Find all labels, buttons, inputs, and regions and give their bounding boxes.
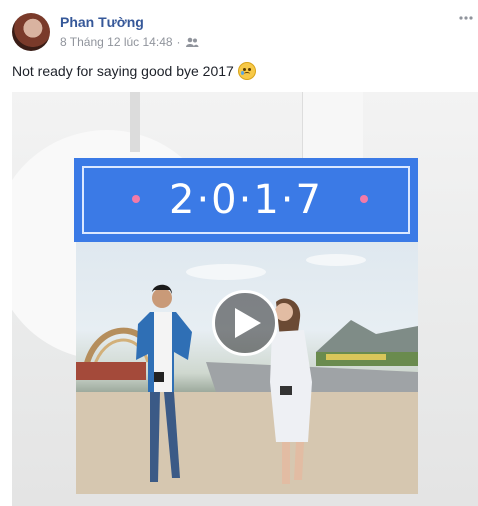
facebook-post: Phan Tường 8 Tháng 12 lúc 14:48 · Not re… (0, 0, 478, 506)
banner-dot-left (132, 195, 140, 203)
background-pillar (302, 92, 363, 162)
video-media[interactable]: 2·0·1·7 (12, 92, 478, 506)
play-button[interactable] (212, 290, 278, 356)
post-message: Not ready for saying good bye 2017 (12, 63, 234, 79)
photo-scene (76, 254, 418, 494)
post-timestamp[interactable]: 8 Tháng 12 lúc 14:48 (60, 35, 173, 49)
banner-year: 2·0·1·7 (169, 177, 323, 223)
banner-dot-right (360, 195, 368, 203)
play-icon (235, 308, 261, 338)
background-pillar (130, 92, 140, 152)
post-meta: 8 Tháng 12 lúc 14:48 · (60, 35, 199, 49)
post-text: Not ready for saying good bye 2017 (12, 62, 256, 80)
avatar[interactable] (12, 13, 50, 51)
year-banner: 2·0·1·7 (74, 158, 418, 242)
author-name[interactable]: Phan Tường (60, 14, 144, 30)
crying-face-emoji (237, 62, 256, 80)
friends-icon[interactable] (185, 37, 199, 47)
more-options-icon[interactable] (458, 10, 474, 26)
meta-separator: · (176, 35, 181, 49)
couple-photo (76, 242, 418, 494)
